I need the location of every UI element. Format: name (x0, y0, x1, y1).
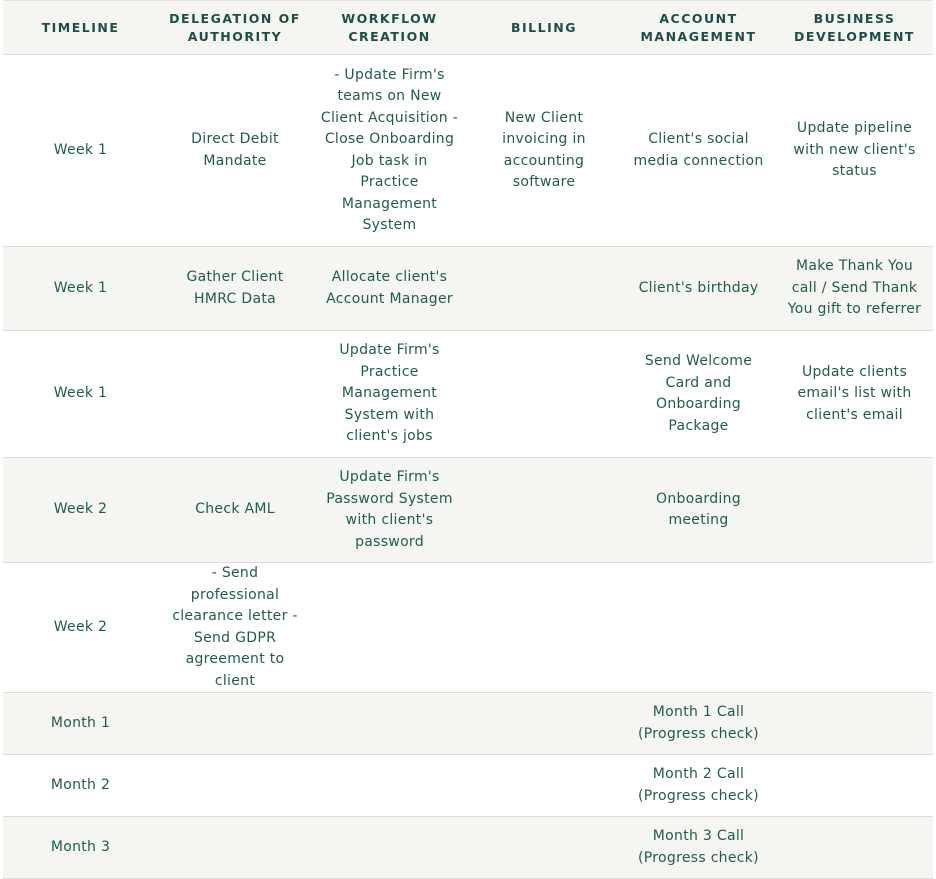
cell-account-management: Send Welcome Card and Onboarding Package (621, 330, 776, 458)
cell-business-development (776, 692, 933, 755)
cell-delegation-of-authority: Check AML (158, 457, 312, 563)
cell-timeline: Month 2 (3, 754, 158, 817)
onboarding-timeline-table-container: TIMELINE DELEGATION OF AUTHORITY WORKFLOW… (3, 0, 933, 879)
header-business-development: BUSINESS DEVELOPMENT (776, 1, 933, 55)
header-billing: BILLING (467, 1, 621, 55)
table-row: Month 3 Month 3 Call (Progress check) (3, 816, 933, 879)
cell-timeline: Week 1 (3, 246, 158, 331)
table-row: Week 2 - Send professional clearance lett… (3, 562, 933, 693)
cell-business-development (776, 816, 933, 879)
cell-delegation-of-authority: Direct Debit Mandate (158, 54, 312, 247)
cell-workflow-creation (312, 562, 467, 693)
cell-delegation-of-authority (158, 816, 312, 879)
cell-workflow-creation: Update Firm's Practice Management System wi… (312, 330, 467, 458)
cell-account-management: Client's social media connection (621, 54, 776, 247)
table-row: Week 1 Update Firm's Practice Management Sy… (3, 330, 933, 458)
cell-business-development (776, 562, 933, 693)
table-row: Month 2 Month 2 Call (Progress check) (3, 754, 933, 817)
cell-delegation-of-authority (158, 330, 312, 458)
cell-timeline: Week 2 (3, 562, 158, 693)
cell-workflow-creation (312, 754, 467, 817)
table-row: Week 1 Gather Client HMRC Data Allocate c… (3, 246, 933, 331)
table-body: Week 1 Direct Debit Mandate - Update Firm… (3, 54, 933, 879)
header-timeline: TIMELINE (3, 1, 158, 55)
header-workflow-creation: WORKFLOW CREATION (312, 1, 467, 55)
table-row: Week 1 Direct Debit Mandate - Update Firm… (3, 54, 933, 247)
cell-workflow-creation (312, 692, 467, 755)
cell-delegation-of-authority (158, 754, 312, 817)
cell-business-development: Make Thank You call / Send Thank You gift … (776, 246, 933, 331)
cell-billing (467, 457, 621, 563)
cell-business-development (776, 754, 933, 817)
header-row: TIMELINE DELEGATION OF AUTHORITY WORKFLOW… (3, 1, 933, 55)
cell-billing (467, 330, 621, 458)
cell-billing (467, 562, 621, 693)
cell-billing (467, 816, 621, 879)
cell-business-development: Update clients email's list with client's … (776, 330, 933, 458)
table-row: Week 2 Check AML Update Firm's Password S… (3, 457, 933, 563)
cell-account-management: Client's birthday (621, 246, 776, 331)
cell-workflow-creation (312, 816, 467, 879)
cell-business-development (776, 457, 933, 563)
cell-account-management: Onboarding meeting (621, 457, 776, 563)
cell-delegation-of-authority: Gather Client HMRC Data (158, 246, 312, 331)
cell-timeline: Week 1 (3, 330, 158, 458)
cell-billing: New Client invoicing in accounting software (467, 54, 621, 247)
cell-delegation-of-authority: - Send professional clearance letter - Sen… (158, 562, 312, 693)
cell-billing (467, 692, 621, 755)
cell-account-management: Month 2 Call (Progress check) (621, 754, 776, 817)
cell-timeline: Month 1 (3, 692, 158, 755)
header-account-management: ACCOUNT MANAGEMENT (621, 1, 776, 55)
cell-billing (467, 754, 621, 817)
table-header: TIMELINE DELEGATION OF AUTHORITY WORKFLOW… (3, 1, 933, 55)
onboarding-timeline-table: TIMELINE DELEGATION OF AUTHORITY WORKFLOW… (3, 1, 933, 879)
cell-timeline: Week 2 (3, 457, 158, 563)
cell-account-management: Month 1 Call (Progress check) (621, 692, 776, 755)
cell-workflow-creation: - Update Firm's teams on New Client Acquis… (312, 54, 467, 247)
cell-timeline: Month 3 (3, 816, 158, 879)
cell-workflow-creation: Update Firm's Password System with client'… (312, 457, 467, 563)
cell-timeline: Week 1 (3, 54, 158, 247)
cell-account-management (621, 562, 776, 693)
table-row: Month 1 Month 1 Call (Progress check) (3, 692, 933, 755)
cell-business-development: Update pipeline with new client's status (776, 54, 933, 247)
cell-workflow-creation: Allocate client's Account Manager (312, 246, 467, 331)
cell-delegation-of-authority (158, 692, 312, 755)
cell-billing (467, 246, 621, 331)
cell-account-management: Month 3 Call (Progress check) (621, 816, 776, 879)
header-delegation-of-authority: DELEGATION OF AUTHORITY (158, 1, 312, 55)
